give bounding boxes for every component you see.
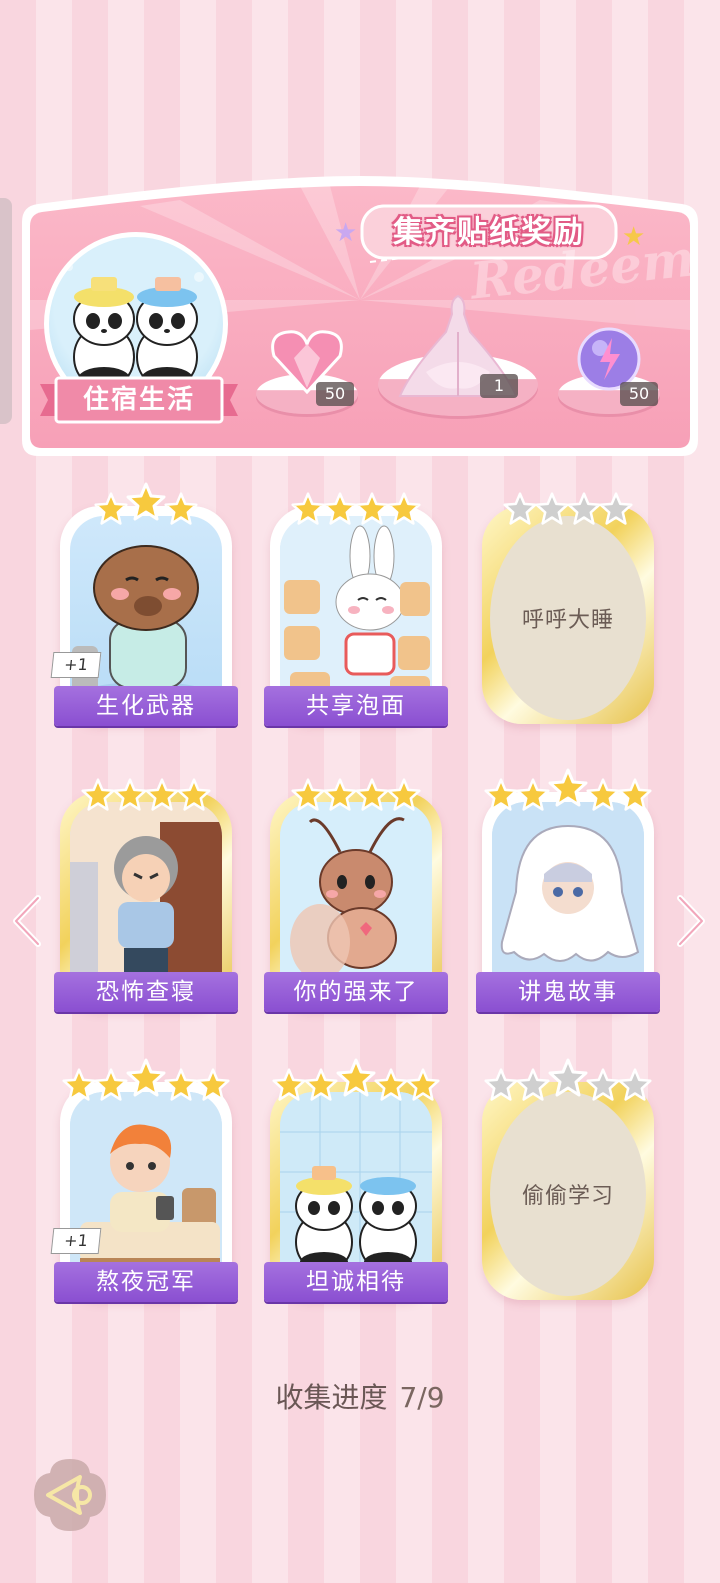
sticker-card[interactable]: 讲鬼故事 xyxy=(476,768,660,1012)
gold-star-icon xyxy=(272,1068,306,1101)
sticker-card[interactable]: 坦诚相待 xyxy=(264,1058,448,1302)
gold-star-icon xyxy=(94,492,128,525)
sticker-card[interactable]: 熬夜冠军 +1 xyxy=(50,1058,238,1302)
sticker-name-label: 共享泡面 xyxy=(264,686,448,726)
grey-star-icon xyxy=(535,492,569,525)
gold-star-icon xyxy=(323,492,357,525)
reward-count: 1 xyxy=(480,374,518,398)
gold-star-icon xyxy=(387,492,421,525)
gold-star-icon xyxy=(586,778,620,811)
star-rating xyxy=(60,1058,232,1102)
sticker-card[interactable]: 恐怖查寝 xyxy=(54,772,238,1012)
grey-star-icon xyxy=(548,1058,588,1097)
locked-slot: 偷偷学习 xyxy=(490,1092,646,1296)
locked-sticker-card[interactable]: 偷偷学习 xyxy=(482,1058,654,1300)
star-rating xyxy=(60,772,232,812)
progress-label: 收集进度 xyxy=(275,1381,388,1414)
sticker-name-label: 你的强来了 xyxy=(264,972,448,1012)
gold-star-icon xyxy=(336,1058,376,1097)
ghost-sticker-art xyxy=(492,802,644,998)
sticker-card[interactable]: 你的强来了 xyxy=(264,772,448,1012)
star-rating xyxy=(482,1058,654,1102)
star-rating xyxy=(270,486,442,526)
reward-count: 50 xyxy=(316,382,354,406)
gold-star-icon xyxy=(304,1068,338,1101)
star-rating xyxy=(482,768,654,812)
sticker-name-label: 恐怖查寝 xyxy=(54,972,238,1012)
gold-star-icon xyxy=(406,1068,440,1101)
grey-star-icon xyxy=(618,1068,652,1101)
gold-star-icon xyxy=(374,1068,408,1101)
reward-count: 50 xyxy=(620,382,658,406)
gold-star-icon xyxy=(387,778,421,811)
pandas-bath-sticker-art xyxy=(280,1092,432,1288)
gold-star-icon xyxy=(164,492,198,525)
next-page-arrow-icon[interactable] xyxy=(674,892,710,950)
gold-star-icon xyxy=(323,778,357,811)
gold-star-icon xyxy=(177,778,211,811)
progress-value: 7/9 xyxy=(399,1381,445,1414)
sticker-name-label: 生化武器 xyxy=(54,686,238,726)
gold-star-icon xyxy=(291,492,325,525)
sticker-name-label: 熬夜冠军 xyxy=(54,1262,238,1302)
gold-star-icon xyxy=(516,778,550,811)
sticker-name-label: 坦诚相待 xyxy=(264,1262,448,1302)
locked-slot: 呼呼大睡 xyxy=(490,516,646,720)
duplicate-count-badge: +1 xyxy=(50,1228,102,1254)
gold-star-icon: ★ xyxy=(622,222,646,252)
grey-star-icon xyxy=(503,492,537,525)
purple-star-icon: ★ xyxy=(334,218,358,248)
boy-bed-sticker-art xyxy=(70,1092,222,1288)
star-rating xyxy=(270,1058,442,1102)
gold-star-icon xyxy=(355,492,389,525)
grey-star-icon xyxy=(484,1068,518,1101)
sticker-card[interactable]: 共享泡面 xyxy=(264,486,448,726)
gold-star-icon xyxy=(81,778,115,811)
gold-star-icon xyxy=(484,778,518,811)
gold-star-icon xyxy=(113,778,147,811)
grey-star-icon xyxy=(586,1068,620,1101)
gold-star-icon xyxy=(145,778,179,811)
cockroach-sticker-art xyxy=(280,802,432,998)
locked-sticker-title: 呼呼大睡 xyxy=(521,608,614,633)
gold-star-icon xyxy=(196,1068,230,1101)
capybara-sticker-art xyxy=(70,516,222,712)
gold-star-icon xyxy=(548,768,588,807)
theme-label: 住宿生活 xyxy=(82,385,195,415)
locked-sticker-card[interactable]: 呼呼大睡 xyxy=(482,486,654,724)
grey-star-icon xyxy=(599,492,633,525)
gold-star-icon xyxy=(126,1058,166,1097)
duplicate-count-badge: +1 xyxy=(50,652,102,678)
grey-star-icon xyxy=(516,1068,550,1101)
gold-star-icon xyxy=(62,1068,96,1101)
gold-star-icon xyxy=(618,778,652,811)
grey-star-icon xyxy=(567,492,601,525)
sticker-card[interactable]: 生化武器 +1 xyxy=(50,482,238,726)
star-rating xyxy=(60,482,232,526)
back-button[interactable] xyxy=(30,1455,110,1535)
bunny-noodles-sticker-art xyxy=(280,516,432,712)
previous-page-arrow-icon[interactable] xyxy=(8,892,44,950)
banner-title: 集齐贴纸奖励 xyxy=(393,215,585,250)
dorm-auntie-sticker-art xyxy=(70,802,222,998)
sticker-name-label: 讲鬼故事 xyxy=(476,972,660,1012)
star-rating xyxy=(482,486,654,526)
gold-star-icon xyxy=(355,778,389,811)
gold-star-icon xyxy=(94,1068,128,1101)
locked-sticker-title: 偷偷学习 xyxy=(521,1184,614,1209)
collection-progress: 收集进度 7/9 xyxy=(0,1376,720,1416)
gold-star-icon xyxy=(164,1068,198,1101)
star-rating xyxy=(270,772,442,812)
gold-star-icon xyxy=(126,482,166,521)
gold-star-icon xyxy=(291,778,325,811)
